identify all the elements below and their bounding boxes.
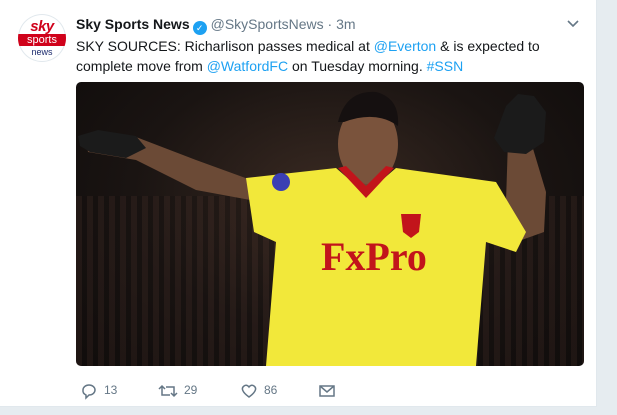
like-count: 86 (264, 383, 278, 397)
avatar-logo-sky: sky (30, 18, 54, 35)
player-illustration: FxPro (78, 91, 546, 366)
tweet-text-part: on Tuesday morning. (288, 58, 427, 74)
heart-icon (241, 384, 257, 398)
direct-message-button[interactable] (318, 378, 336, 402)
like-button[interactable]: 86 (240, 378, 277, 402)
reply-icon (82, 384, 96, 400)
tweet-text-part: SKY SOURCES: Richarlison passes medical … (76, 38, 374, 54)
mention-link[interactable]: @WatfordFC (207, 58, 288, 74)
retweet-icon (158, 384, 178, 397)
reply-count: 13 (104, 383, 118, 397)
avatar-logo-news: news (31, 47, 53, 57)
retweet-button[interactable]: 29 (158, 378, 197, 402)
chevron-down-icon[interactable] (566, 16, 580, 30)
shirt-sponsor-text: FxPro (321, 234, 427, 279)
tweet-text: SKY SOURCES: Richarlison passes medical … (76, 36, 586, 76)
mention-link[interactable]: @Everton (374, 38, 436, 54)
tweet-timestamp[interactable]: 3m (336, 16, 355, 32)
header-separator: · (327, 16, 333, 32)
hashtag-link[interactable]: #SSN (427, 58, 464, 74)
tweet-actions: 13 29 86 (76, 378, 376, 402)
avatar[interactable]: sky sports news (18, 14, 66, 62)
envelope-icon (319, 385, 335, 397)
retweet-count: 29 (184, 383, 198, 397)
verified-badge-icon: ✓ (192, 21, 207, 35)
tweet-header: Sky Sports News ✓ @SkySportsNews · 3m (76, 14, 356, 35)
author-name[interactable]: Sky Sports News (76, 16, 190, 32)
avatar-logo-sports: sports (18, 34, 66, 46)
tweet-media-image[interactable]: FxPro (76, 82, 584, 366)
author-handle[interactable]: @SkySportsNews (211, 16, 324, 32)
tweet-card[interactable]: sky sports news Sky Sports News ✓ @SkySpor… (0, 0, 597, 407)
reply-button[interactable]: 13 (80, 378, 117, 402)
